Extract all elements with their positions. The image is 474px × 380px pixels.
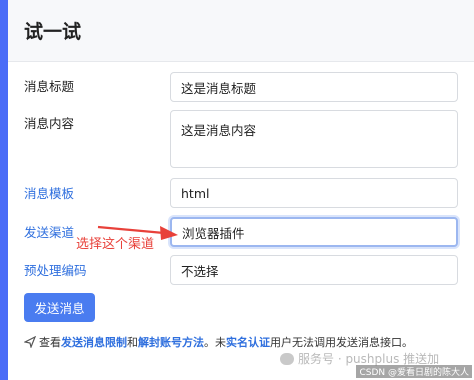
annotation-arrow xyxy=(97,225,178,240)
wechat-icon xyxy=(280,352,294,365)
csdn-watermark: CSDN @爱看日剧的陈大人 xyxy=(356,365,472,378)
annotation-text: 选择这个渠道 xyxy=(76,237,155,252)
